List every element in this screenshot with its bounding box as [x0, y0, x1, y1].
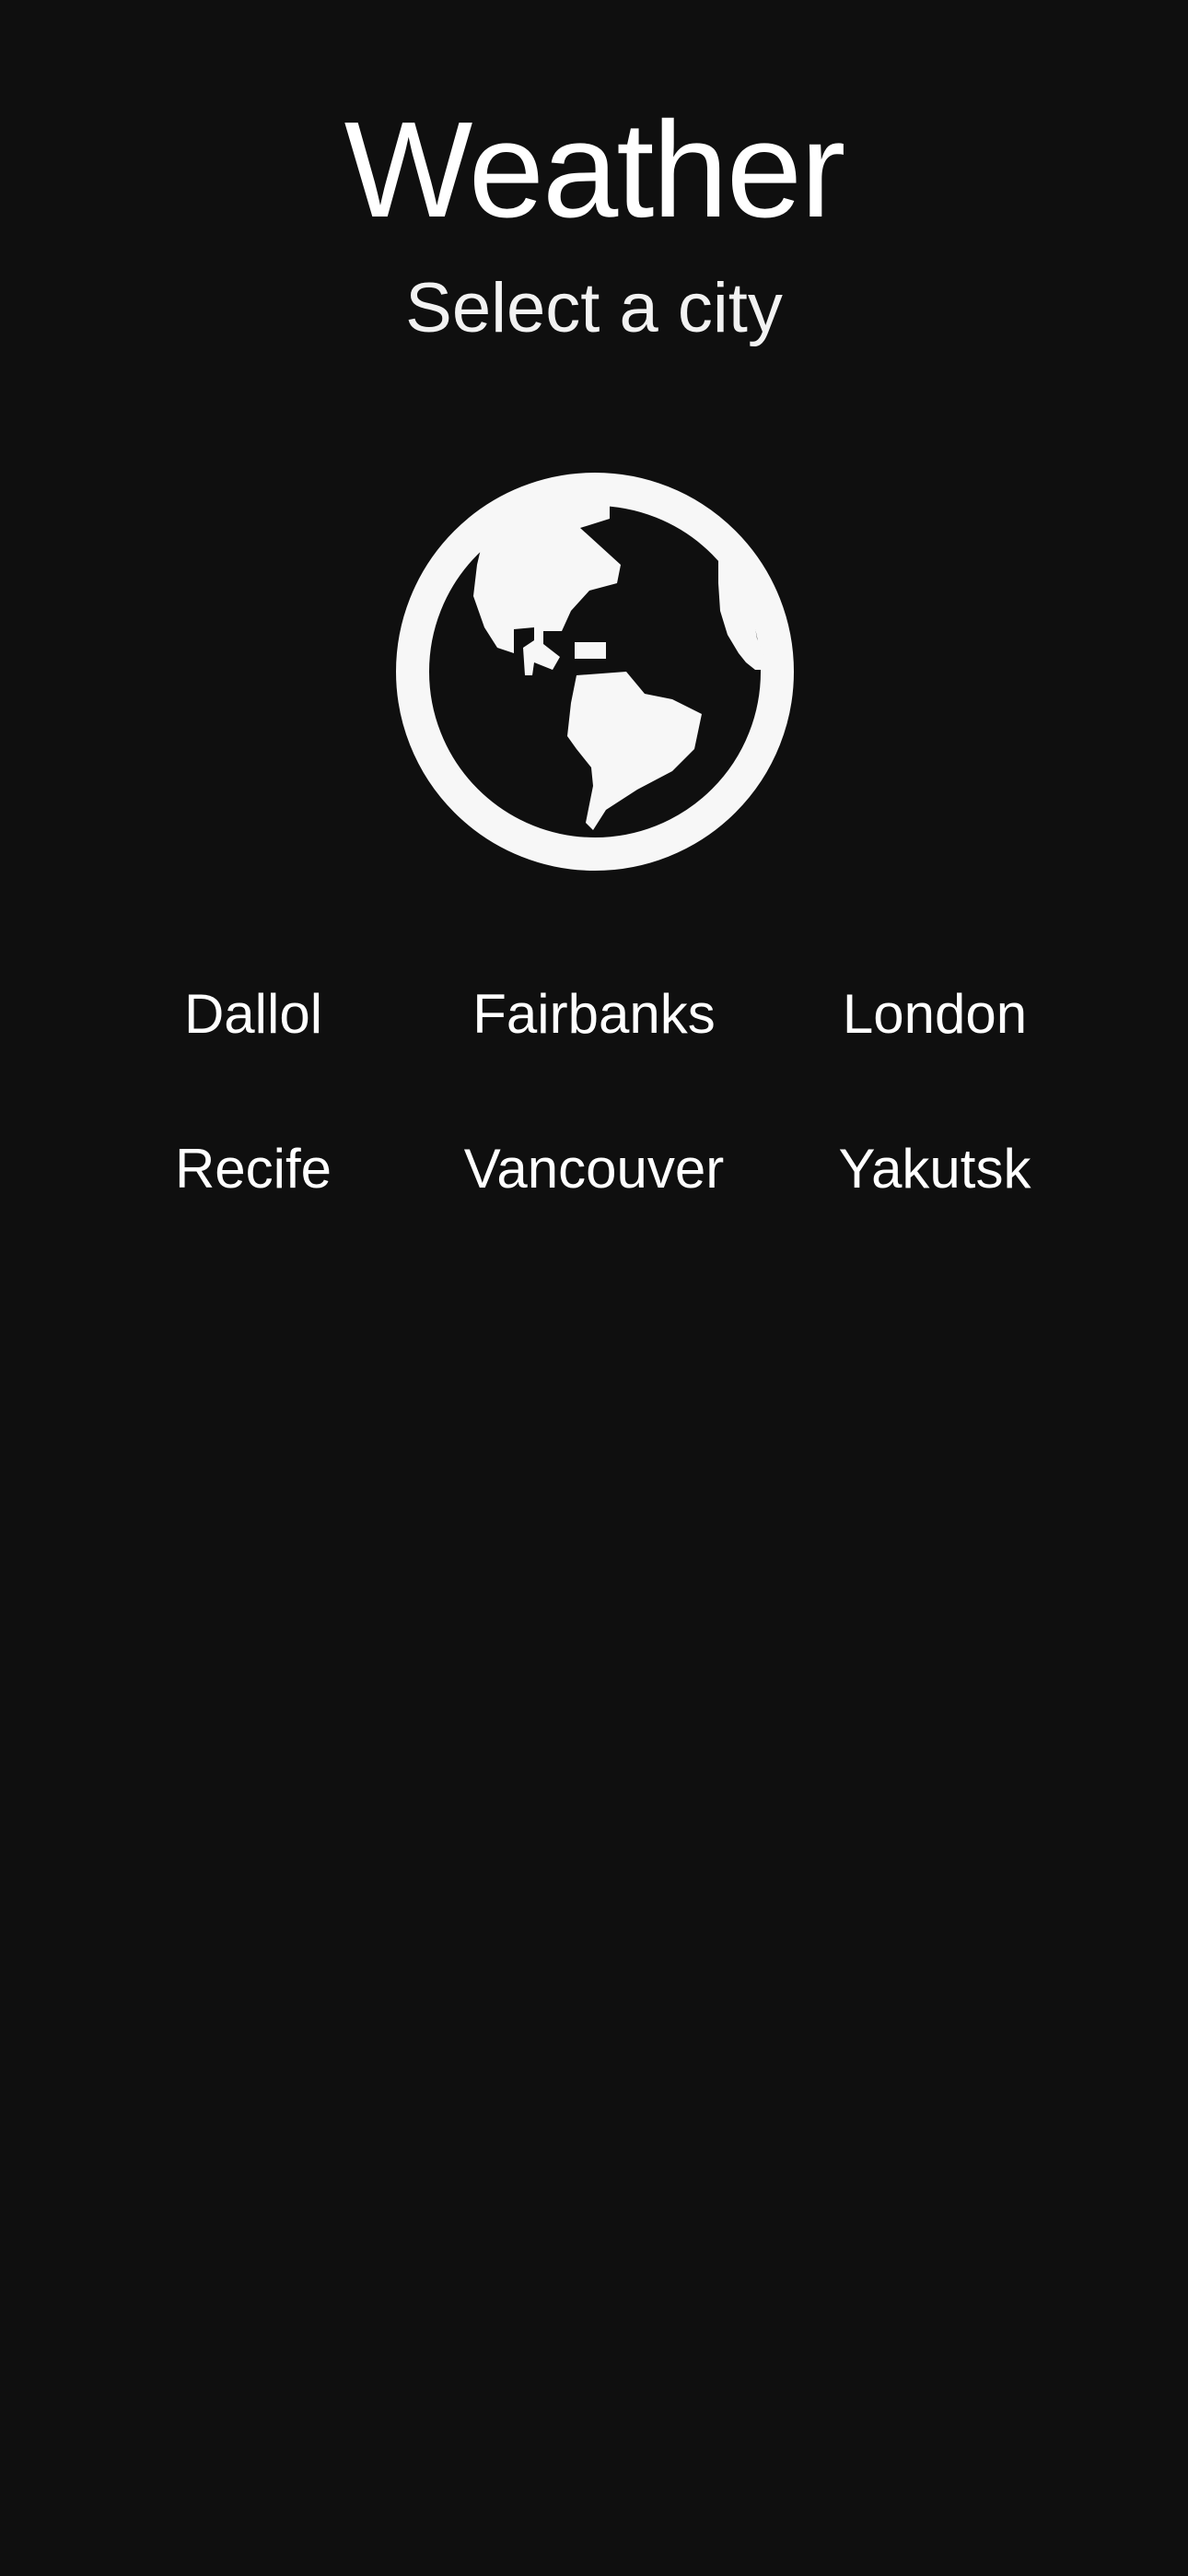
- city-button-fairbanks[interactable]: Fairbanks: [424, 958, 764, 1069]
- globe-icon: [396, 473, 794, 871]
- city-button-yakutsk[interactable]: Yakutsk: [764, 1113, 1105, 1224]
- page-title: Weather: [344, 94, 846, 246]
- city-list: Dallol Fairbanks London Recife Vancouver…: [83, 958, 1105, 1268]
- page-subtitle: Select a city: [405, 269, 783, 347]
- city-button-vancouver[interactable]: Vancouver: [424, 1113, 764, 1224]
- city-button-london[interactable]: London: [764, 958, 1105, 1069]
- city-button-recife[interactable]: Recife: [83, 1113, 424, 1224]
- city-button-dallol[interactable]: Dallol: [83, 958, 424, 1069]
